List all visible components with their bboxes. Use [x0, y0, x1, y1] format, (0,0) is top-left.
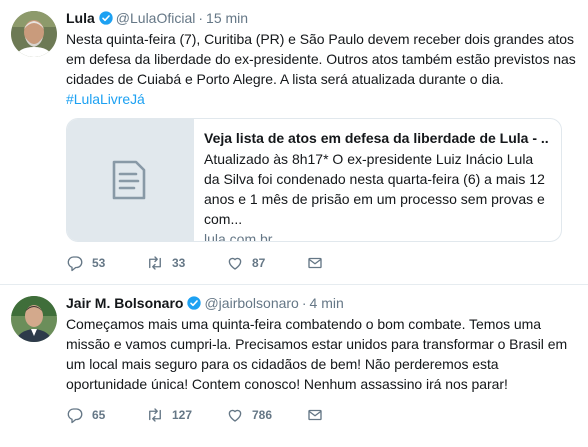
direct-message-icon: [308, 257, 322, 269]
like-count: 87: [252, 256, 266, 270]
card-title: Veja lista de atos em defesa da liberdad…: [204, 130, 549, 146]
tweet-header: Lula @LulaOficial · 15 min: [66, 9, 576, 27]
like-button[interactable]: 87: [226, 254, 306, 272]
reply-count: 65: [92, 408, 106, 422]
retweet-count: 127: [172, 408, 193, 422]
retweet-button[interactable]: 127: [146, 406, 226, 424]
like-button[interactable]: 786: [226, 406, 306, 424]
avatar[interactable]: [11, 11, 57, 57]
separator-dot: ·: [301, 295, 307, 311]
card-description: Atualizado às 8h17* O ex-presidente Luiz…: [204, 151, 545, 227]
reply-icon: [67, 256, 83, 272]
hashtag-link[interactable]: #LulaLivreJá: [66, 89, 576, 109]
like-count: 786: [252, 408, 273, 422]
user-handle[interactable]: @LulaOficial: [116, 10, 196, 26]
avatar[interactable]: [11, 296, 57, 342]
timestamp[interactable]: 15 min: [206, 10, 248, 26]
reply-count: 53: [92, 256, 106, 270]
avatar-image: [11, 296, 57, 342]
verified-badge-icon: [99, 11, 113, 25]
retweet-icon: [149, 408, 161, 422]
tweet-body: Começamos mais uma quinta-feira combaten…: [66, 316, 568, 392]
tweet-text: Nesta quinta-feira (7), Curitiba (PR) e …: [66, 29, 576, 109]
like-icon: [228, 257, 242, 270]
tweet-actions: 65 127 786: [66, 404, 576, 426]
tweet-actions: 53 33 87: [66, 252, 576, 274]
document-icon: [112, 160, 146, 200]
tweet[interactable]: Lula @LulaOficial · 15 min Nesta quinta-fei…: [0, 0, 588, 285]
link-card[interactable]: Veja lista de atos em defesa da liberdad…: [66, 118, 562, 242]
direct-message-icon: [308, 409, 322, 421]
reply-button[interactable]: 65: [66, 406, 146, 424]
like-icon: [228, 409, 242, 422]
card-body: Veja lista de atos em defesa da liberdad…: [194, 119, 561, 241]
direct-message-button[interactable]: [306, 254, 332, 272]
user-handle[interactable]: @jairbolsonaro: [204, 295, 298, 311]
tweet-body: Nesta quinta-feira (7), Curitiba (PR) e …: [66, 31, 576, 87]
tweet[interactable]: Jair M. Bolsonaro @jairbolsonaro · 4 min Co…: [0, 285, 588, 436]
tweet-text: Começamos mais uma quinta-feira combaten…: [66, 314, 576, 394]
display-name[interactable]: Jair M. Bolsonaro: [66, 295, 183, 311]
timestamp[interactable]: 4 min: [310, 295, 344, 311]
display-name[interactable]: Lula: [66, 10, 95, 26]
tweet-header: Jair M. Bolsonaro @jairbolsonaro · 4 min: [66, 294, 576, 312]
retweet-count: 33: [172, 256, 186, 270]
avatar-image: [11, 11, 57, 57]
direct-message-button[interactable]: [306, 406, 332, 424]
retweet-button[interactable]: 33: [146, 254, 226, 272]
separator-dot: ·: [198, 10, 204, 26]
card-thumbnail: [67, 119, 194, 241]
card-domain: lula.com.br: [204, 231, 273, 241]
verified-badge-icon: [187, 296, 202, 310]
reply-icon: [67, 408, 83, 424]
retweet-icon: [149, 256, 161, 270]
reply-button[interactable]: 53: [66, 254, 146, 272]
